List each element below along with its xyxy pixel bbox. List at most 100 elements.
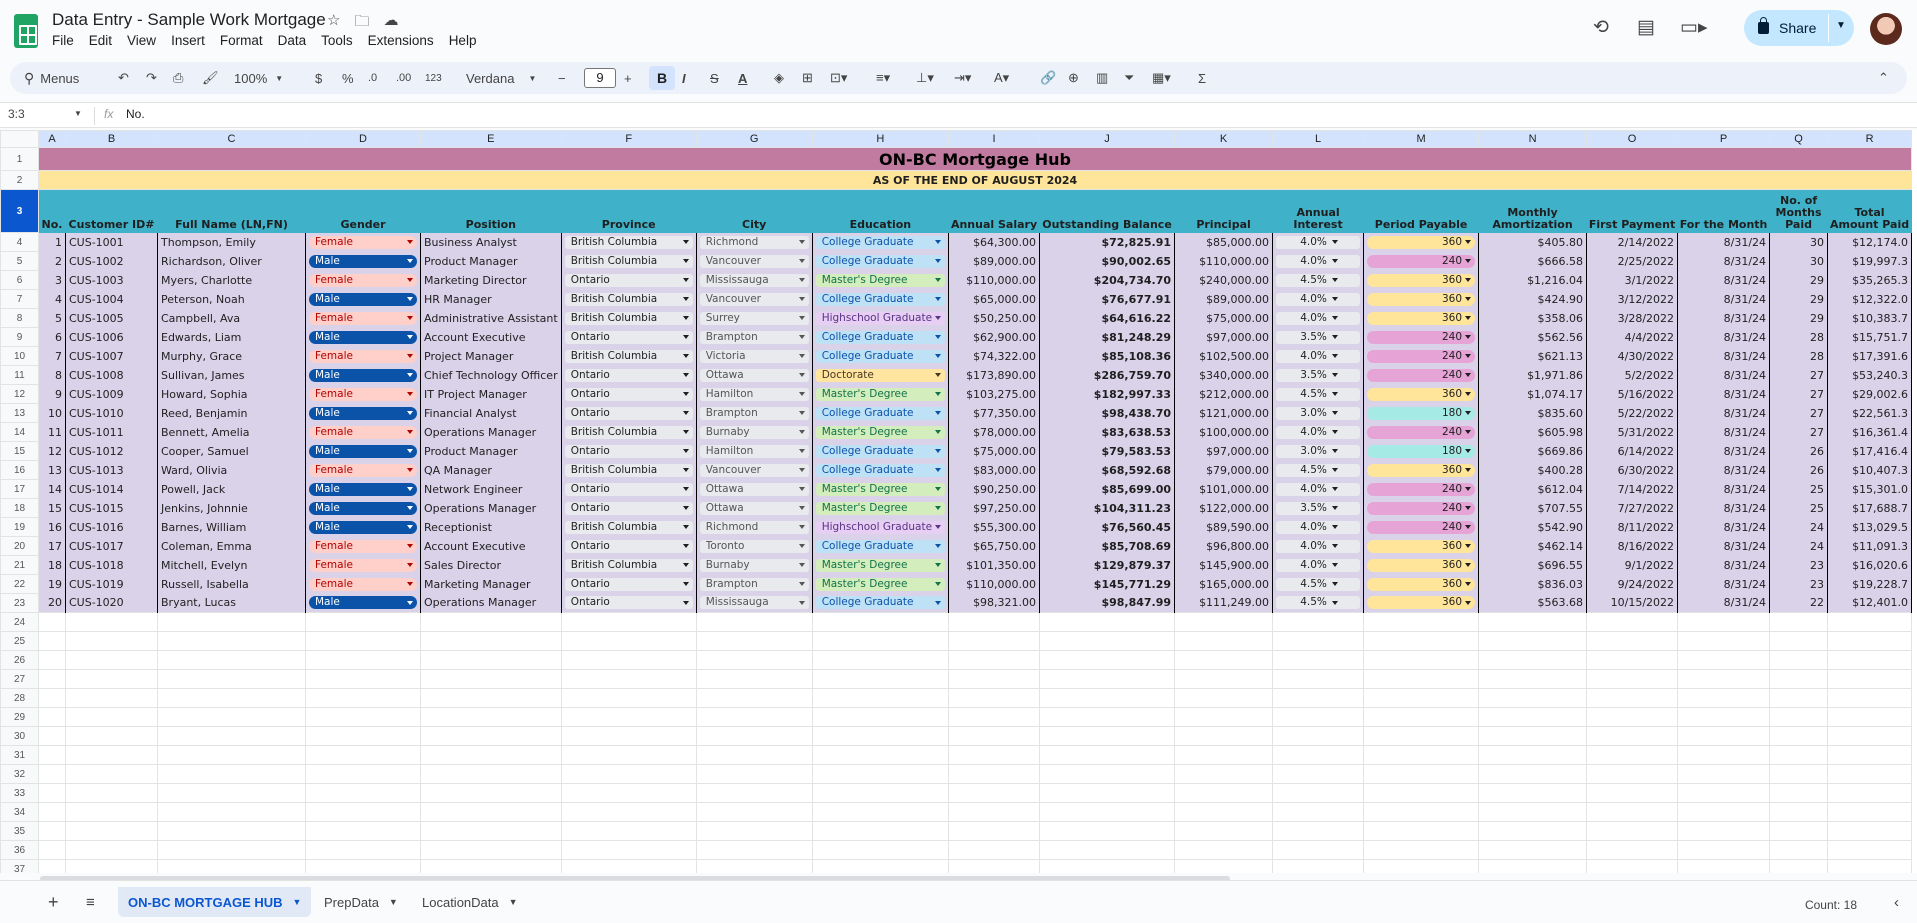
- column-title[interactable]: Annual Interest: [1272, 189, 1365, 233]
- dropdown-chip[interactable]: 4.0%: [1276, 539, 1361, 553]
- table-cell[interactable]: Myers, Charlotte: [157, 270, 306, 290]
- dropdown-chip[interactable]: Female: [309, 349, 417, 363]
- table-cell[interactable]: $1,216.04: [1478, 270, 1588, 290]
- table-cell[interactable]: [65, 650, 158, 670]
- table-cell[interactable]: 4.0%: [1272, 251, 1365, 271]
- table-cell[interactable]: [1827, 707, 1913, 727]
- table-cell[interactable]: $29,002.6: [1827, 384, 1913, 404]
- table-cell[interactable]: 6/30/2022: [1586, 460, 1679, 480]
- table-cell[interactable]: 9: [38, 384, 66, 404]
- table-cell[interactable]: 240: [1363, 479, 1480, 499]
- table-cell[interactable]: [157, 650, 306, 670]
- table-cell[interactable]: [1039, 840, 1176, 860]
- table-cell[interactable]: $12,322.0: [1827, 289, 1913, 309]
- column-header[interactable]: K: [1174, 130, 1274, 148]
- table-cell[interactable]: 360: [1363, 460, 1480, 480]
- table-cell[interactable]: 13: [38, 460, 66, 480]
- print-icon[interactable]: ⎙: [173, 62, 183, 94]
- table-cell[interactable]: [38, 726, 66, 746]
- dropdown-chip[interactable]: Ottawa: [699, 482, 809, 496]
- table-cell[interactable]: $15,301.0: [1827, 479, 1913, 499]
- table-cell[interactable]: [1586, 802, 1679, 822]
- table-cell[interactable]: [1363, 764, 1480, 784]
- bold-button[interactable]: B: [649, 66, 675, 90]
- table-cell[interactable]: [811, 802, 950, 822]
- table-cell[interactable]: [1363, 859, 1480, 873]
- table-cell[interactable]: Richmond: [695, 517, 813, 537]
- table-cell[interactable]: [1586, 745, 1679, 765]
- row-header[interactable]: 9: [0, 327, 39, 347]
- table-cell[interactable]: 8/31/24: [1677, 232, 1771, 252]
- row-header[interactable]: 20: [0, 536, 39, 556]
- table-cell[interactable]: 7/27/2022: [1586, 498, 1679, 518]
- table-cell[interactable]: Master's Degree: [811, 479, 950, 499]
- table-cell[interactable]: [305, 631, 421, 651]
- insert-link-icon[interactable]: 🔗: [1040, 62, 1056, 94]
- column-header[interactable]: F: [560, 130, 697, 148]
- tab-locationdata[interactable]: LocationData ▼: [412, 887, 528, 917]
- table-cell[interactable]: [1174, 650, 1274, 670]
- table-cell[interactable]: Chief Technology Officer: [420, 365, 562, 385]
- table-cell[interactable]: [948, 764, 1041, 784]
- table-cell[interactable]: $78,000.00: [948, 422, 1041, 442]
- table-cell[interactable]: $75,000.00: [948, 441, 1041, 461]
- table-cell[interactable]: Russell, Isabella: [157, 574, 306, 594]
- table-cell[interactable]: 7/14/2022: [1586, 479, 1679, 499]
- table-cell[interactable]: Cooper, Samuel: [157, 441, 306, 461]
- table-cell[interactable]: [1827, 612, 1913, 632]
- table-cell[interactable]: 240: [1363, 365, 1480, 385]
- table-cell[interactable]: [1677, 859, 1771, 873]
- dropdown-chip[interactable]: Vancouver: [699, 292, 809, 306]
- table-cell[interactable]: 8/31/24: [1677, 308, 1771, 328]
- table-cell[interactable]: $669.86: [1478, 441, 1588, 461]
- dropdown-chip[interactable]: College Graduate: [815, 292, 946, 306]
- table-cell[interactable]: [1272, 726, 1365, 746]
- table-cell[interactable]: 8/31/24: [1677, 555, 1771, 575]
- table-cell[interactable]: [695, 688, 813, 708]
- table-cell[interactable]: Vancouver: [695, 289, 813, 309]
- row-header[interactable]: 23: [0, 593, 39, 613]
- table-cell[interactable]: [1827, 840, 1913, 860]
- dropdown-chip[interactable]: British Columbia: [564, 311, 693, 325]
- table-cell[interactable]: [1769, 745, 1829, 765]
- table-cell[interactable]: $96,800.00: [1174, 536, 1274, 556]
- dropdown-chip[interactable]: Highschool Graduate: [815, 311, 946, 325]
- table-cell[interactable]: [811, 821, 950, 841]
- column-header[interactable]: R: [1827, 130, 1913, 148]
- version-history-icon[interactable]: ⟲: [1593, 16, 1609, 39]
- dropdown-chip[interactable]: Male: [309, 520, 417, 534]
- dropdown-chip[interactable]: Ontario: [564, 482, 693, 496]
- more-formats-button[interactable]: 123: [425, 62, 442, 94]
- dropdown-chip[interactable]: Surrey: [699, 311, 809, 325]
- table-cell[interactable]: [1769, 783, 1829, 803]
- menu-extensions[interactable]: Extensions: [368, 33, 442, 48]
- table-cell[interactable]: 8/31/24: [1677, 270, 1771, 290]
- dropdown-chip[interactable]: 360: [1367, 539, 1476, 553]
- filter-views-icon[interactable]: ▦▾: [1152, 62, 1171, 94]
- table-cell[interactable]: [65, 859, 158, 873]
- table-cell[interactable]: [38, 669, 66, 689]
- table-cell[interactable]: $102,500.00: [1174, 346, 1274, 366]
- table-cell[interactable]: [695, 631, 813, 651]
- dropdown-chip[interactable]: Female: [309, 558, 417, 572]
- table-cell[interactable]: $65,750.00: [948, 536, 1041, 556]
- table-cell[interactable]: $83,000.00: [948, 460, 1041, 480]
- table-cell[interactable]: $1,074.17: [1478, 384, 1588, 404]
- table-cell[interactable]: $10,383.7: [1827, 308, 1913, 328]
- table-cell[interactable]: [811, 726, 950, 746]
- dropdown-chip[interactable]: 240: [1367, 425, 1476, 439]
- table-cell[interactable]: 30: [1769, 251, 1829, 271]
- column-title[interactable]: Gender: [305, 189, 421, 233]
- table-cell[interactable]: [1272, 821, 1365, 841]
- table-cell[interactable]: [65, 802, 158, 822]
- table-cell[interactable]: $110,000.00: [948, 270, 1041, 290]
- table-cell[interactable]: Female: [305, 555, 421, 575]
- table-cell[interactable]: Ontario: [560, 593, 697, 613]
- dropdown-chip[interactable]: Female: [309, 387, 417, 401]
- table-cell[interactable]: $79,583.53: [1039, 441, 1176, 461]
- table-cell[interactable]: [1363, 840, 1480, 860]
- table-cell[interactable]: CUS-1015: [65, 498, 158, 518]
- table-cell[interactable]: Ontario: [560, 384, 697, 404]
- table-cell[interactable]: [1478, 631, 1588, 651]
- table-cell[interactable]: [1827, 764, 1913, 784]
